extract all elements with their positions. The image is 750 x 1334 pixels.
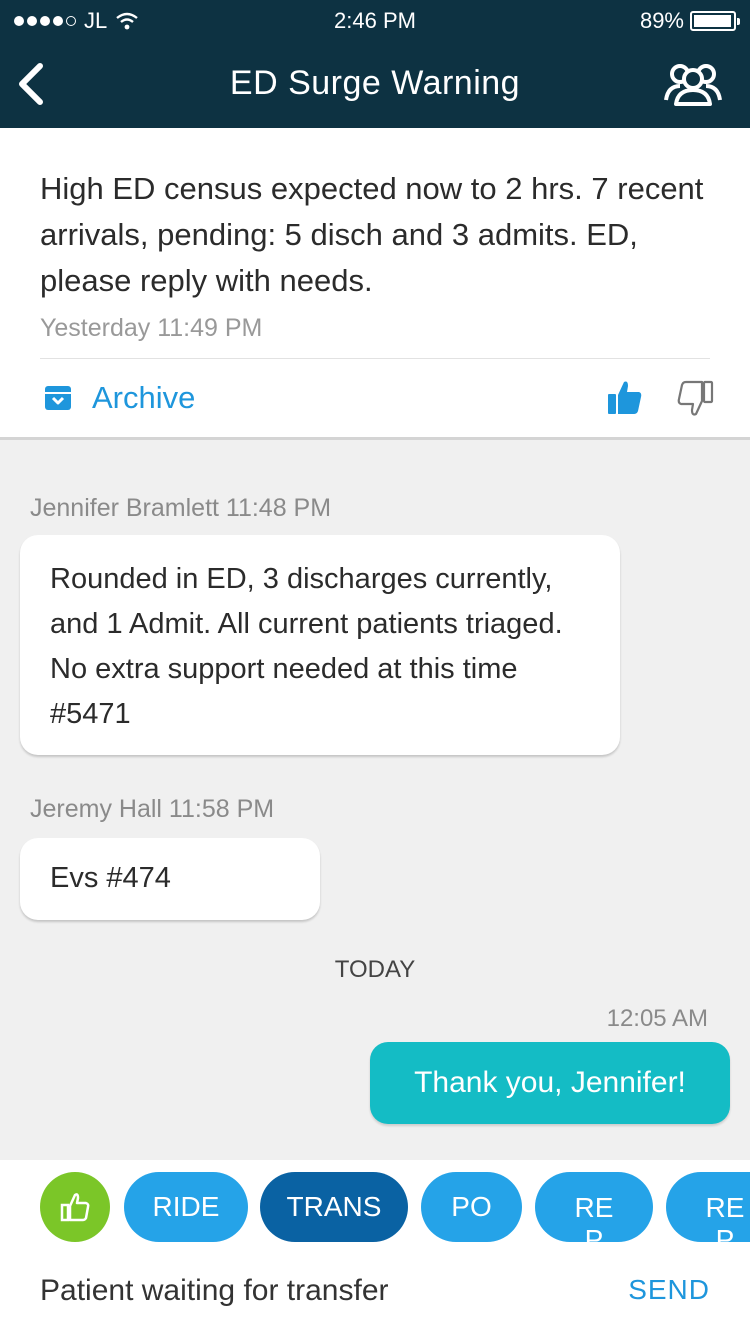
composer[interactable]: Patient waiting for transfer SEND (0, 1254, 750, 1334)
send-button[interactable]: SEND (628, 1274, 710, 1306)
divider (40, 358, 710, 359)
quick-reply-rep[interactable]: RE P (666, 1172, 750, 1242)
message-sender: Jennifer Bramlett 11:48 PM (30, 494, 332, 522)
archive-button[interactable]: Archive (44, 380, 195, 416)
message-sender: Jeremy Hall 11:58 PM (30, 795, 275, 823)
alert-message: High ED census expected now to 2 hrs. 7 … (40, 171, 704, 298)
battery-percent: 89% (639, 8, 684, 33)
quick-reply-trans[interactable]: TRANS (260, 1172, 408, 1242)
quick-like-button[interactable] (40, 1172, 110, 1242)
thumbs-up-icon (60, 1193, 90, 1222)
day-divider: TODAY (334, 956, 416, 983)
alert-timestamp: Yesterday 11:49 PM (40, 314, 263, 342)
message-bubble: Rounded in ED, 3 discharges currently, a… (20, 535, 620, 755)
page-title: ED Surge Warning (229, 64, 521, 102)
my-message-bubble: Thank you, Jennifer! (370, 1042, 730, 1124)
archive-icon (45, 386, 71, 410)
alert-card: High ED census expected now to 2 hrs. 7 … (0, 128, 750, 440)
thumbs-down-icon[interactable] (676, 380, 714, 418)
message-time: 12:05 AM (606, 1005, 708, 1032)
archive-label: Archive (92, 380, 196, 415)
status-bar: JL 2:46 PM 89% (0, 0, 750, 40)
nav-bar: JL 2:46 PM 89% ED Surge Warning (0, 0, 750, 128)
quick-reply-ride[interactable]: RIDE (124, 1172, 248, 1242)
group-icon[interactable] (662, 60, 724, 106)
thumbs-up-icon[interactable] (606, 378, 644, 416)
quick-reply-rep[interactable]: RE P (535, 1172, 653, 1242)
message-bubble: Evs #474 (20, 838, 320, 920)
status-time: 2:46 PM (334, 8, 416, 33)
message-input[interactable]: Patient waiting for transfer (40, 1274, 389, 1308)
quick-reply-bar[interactable]: RIDE TRANS PO RE P RE P (0, 1160, 750, 1254)
quick-reply-po[interactable]: PO (421, 1172, 522, 1242)
battery-icon (690, 11, 740, 31)
